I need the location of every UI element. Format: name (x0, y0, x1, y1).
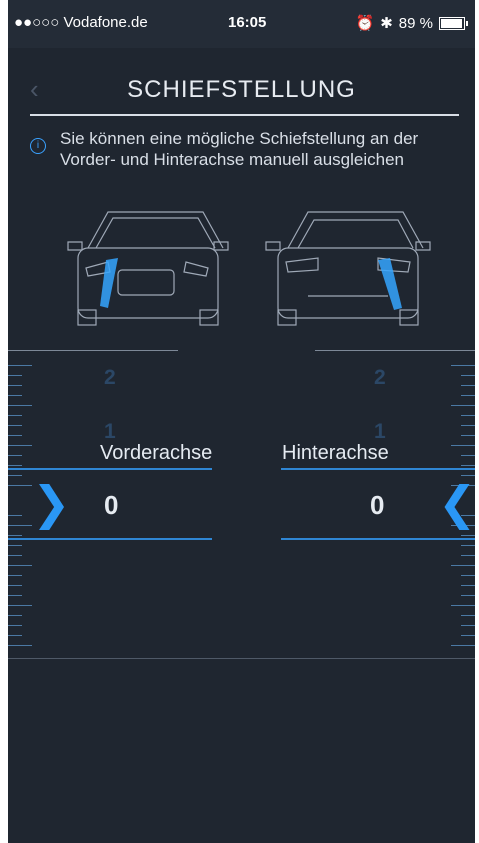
rear-axle-line-top (281, 468, 475, 470)
front-axle-line-bottom (8, 538, 212, 540)
front-axle-value[interactable]: 0 (104, 490, 118, 521)
nav-header: ‹ SCHIEFSTELLUNG (8, 48, 475, 114)
rear-scale-label-1: 1 (374, 420, 386, 443)
clock: 16:05 (228, 14, 267, 31)
front-axle-label: Vorderachse (100, 442, 213, 464)
rear-car-drawing (265, 211, 431, 326)
carrier-label: ●●○○○ Vodafone.de (14, 14, 148, 31)
rear-axle-adjust-button[interactable]: ❮ (438, 480, 475, 526)
front-scale-label-2: 2 (104, 366, 116, 389)
car-illustration (67, 211, 431, 326)
rear-scale-top-line (315, 350, 475, 351)
bluetooth-icon: ✱ (380, 15, 393, 32)
info-icon: i (30, 138, 46, 154)
app-screen: ●●○○○ Vodafone.de 16:05 ⏰ ✱ 89 % ‹ SCHIE… (8, 0, 475, 843)
status-icons: ⏰ ✱ 89 % (355, 14, 468, 32)
battery-icon (439, 16, 468, 30)
front-scale-top-line (8, 350, 178, 351)
front-car-drawing (67, 211, 229, 326)
rear-axle-value[interactable]: 0 (370, 490, 384, 521)
battery-percent: 89 % (398, 14, 433, 32)
section-divider (8, 658, 475, 659)
rear-axle-line-bottom (281, 538, 475, 540)
front-axle-adjust-button[interactable]: ❯ (32, 480, 71, 526)
status-bar: ●●○○○ Vodafone.de 16:05 ⏰ ✱ 89 % (8, 0, 475, 48)
rear-scale-label-2: 2 (374, 366, 386, 389)
header-divider (30, 114, 459, 116)
info-text: Sie können eine mögliche Schiefstellung … (60, 129, 419, 169)
rear-axle-label: Hinterachse (282, 442, 389, 464)
front-axle-line-top (8, 468, 212, 470)
front-scale-label-1: 1 (104, 420, 116, 443)
front-scale (8, 365, 32, 665)
alarm-icon: ⏰ (355, 15, 375, 32)
page-title: SCHIEFSTELLUNG (127, 76, 356, 103)
